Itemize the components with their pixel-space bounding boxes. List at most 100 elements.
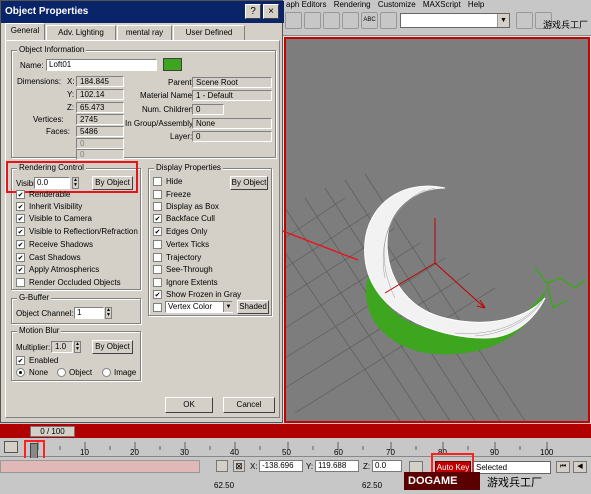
tick-label: 20 — [130, 448, 139, 457]
tab-adv-lighting[interactable]: Adv. Lighting — [46, 25, 116, 40]
group-title: Object Information — [17, 45, 87, 54]
chevron-down-icon[interactable]: ▼ — [223, 302, 233, 312]
magnet-icon[interactable] — [285, 12, 302, 29]
multiplier-spinner[interactable]: ▲ ▼ — [74, 341, 81, 353]
cancel-button[interactable]: Cancel — [223, 397, 275, 413]
render-occluded-label: Render Occluded Objects — [29, 278, 121, 287]
menu-customize[interactable]: Customize — [378, 0, 416, 9]
show-frozen-gray-checkbox[interactable] — [153, 290, 162, 299]
freeze-label: Freeze — [166, 190, 191, 199]
show-frozen-gray-label: Show Frozen in Gray — [166, 290, 242, 299]
angle-snap-icon[interactable] — [323, 12, 340, 29]
layer-label: Layer: — [170, 132, 193, 141]
dim-x-label: X: — [67, 77, 75, 86]
object-color-swatch[interactable] — [163, 58, 182, 71]
edit-named-selection-icon[interactable] — [380, 12, 397, 29]
renderable-label: Renderable — [29, 190, 71, 199]
grid-value: 62.50 — [214, 481, 235, 490]
menu-help[interactable]: Help — [468, 0, 484, 9]
enabled-label: Enabled — [29, 356, 59, 365]
dim-y-label: Y: — [67, 90, 75, 99]
watermark-text: 游戏兵工厂 — [487, 476, 542, 489]
go-to-start-icon[interactable]: ⏮ — [556, 461, 570, 473]
object-channel-spinner[interactable]: ▲ ▼ — [105, 307, 112, 319]
faces-label: Faces: — [46, 127, 71, 136]
tick-label: 30 — [180, 448, 189, 457]
maxscript-listener[interactable] — [0, 460, 200, 473]
vertices-value: 2745 — [76, 114, 124, 125]
none-label: None — [29, 368, 49, 377]
visible-to-reflection-checkbox[interactable] — [16, 227, 25, 236]
help-button[interactable]: ? — [245, 4, 261, 19]
object-channel-field[interactable]: 1 — [74, 307, 104, 319]
tick-label: 50 — [282, 448, 291, 457]
hide-checkbox[interactable] — [153, 177, 162, 186]
z-coord-field[interactable]: 0.0 — [372, 460, 402, 472]
freeze-checkbox[interactable] — [153, 190, 162, 199]
apply-atmospherics-checkbox[interactable] — [16, 265, 25, 274]
selection-lock-icon[interactable] — [216, 460, 228, 472]
object-label: Object — [69, 368, 93, 377]
layer-value: 0 — [192, 131, 272, 142]
menu-graph-editors[interactable]: aph Editors — [286, 0, 326, 9]
edges-only-checkbox[interactable] — [153, 227, 162, 236]
inherit-visibility-checkbox[interactable] — [16, 202, 25, 211]
snap-icon[interactable] — [304, 12, 321, 29]
display-as-box-label: Display as Box — [166, 202, 219, 211]
x-coord-field[interactable]: -138.696 — [259, 460, 303, 472]
dim-z-label: Z: — [67, 103, 75, 112]
watermark-text: 游戏兵工厂 — [542, 21, 588, 31]
trajectory-checkbox[interactable] — [153, 253, 162, 262]
motion-blur-enabled-checkbox[interactable] — [16, 356, 25, 365]
mirror-icon[interactable] — [516, 12, 533, 29]
tab-general[interactable]: General — [5, 23, 45, 41]
prev-frame-icon[interactable]: ◀ — [573, 461, 587, 473]
y-coord-field[interactable]: 119.688 — [315, 460, 359, 472]
named-selection-dropdown[interactable]: ▼ — [400, 13, 510, 28]
num-children-label: Num. Children: — [142, 105, 196, 114]
tab-mental-ray[interactable]: mental ray — [117, 25, 172, 40]
tab-user-defined[interactable]: User Defined — [173, 25, 245, 40]
tick-label: 100 — [540, 448, 554, 457]
cast-shadows-checkbox[interactable] — [16, 253, 25, 262]
motion-blur-image-radio[interactable] — [102, 368, 111, 377]
display-as-box-checkbox[interactable] — [153, 202, 162, 211]
visible-to-camera-checkbox[interactable] — [16, 214, 25, 223]
key-set-dropdown[interactable]: Selected — [473, 461, 551, 474]
dim-x-value: 184.845 — [76, 76, 124, 87]
faces-value: 5486 — [76, 126, 124, 137]
ignore-extents-checkbox[interactable] — [153, 278, 162, 287]
multiplier-field[interactable]: 1.0 — [51, 341, 73, 353]
ok-button[interactable]: OK — [165, 397, 213, 413]
see-through-checkbox[interactable] — [153, 265, 162, 274]
receive-shadows-checkbox[interactable] — [16, 240, 25, 249]
image-label: Image — [114, 368, 137, 377]
display-by-object-button[interactable]: By Object — [230, 176, 268, 190]
group-title: Display Properties — [154, 163, 223, 172]
vertex-ticks-checkbox[interactable] — [153, 240, 162, 249]
motion-blur-by-object-button[interactable]: By Object — [92, 340, 133, 354]
track-view-toggle-icon[interactable] — [4, 441, 18, 453]
multiplier-label: Multiplier: — [16, 343, 51, 352]
renderable-checkbox[interactable] — [16, 190, 25, 199]
spinner-snap-icon[interactable]: ABC — [361, 12, 378, 29]
time-slider-track[interactable] — [0, 424, 591, 438]
menu-rendering[interactable]: Rendering — [334, 0, 371, 9]
shaded-button[interactable]: Shaded — [237, 300, 269, 314]
name-field[interactable]: Loft01 — [46, 59, 157, 71]
main-menu-bar: aph Editors Rendering Customize MAXScrip… — [286, 0, 489, 9]
trajectory-label: Trajectory — [166, 253, 202, 262]
edges-only-label: Edges Only — [166, 227, 208, 236]
absolute-mode-icon[interactable]: ⊠ — [233, 460, 245, 472]
render-occluded-checkbox[interactable] — [16, 278, 25, 287]
watermark-logo: DOGAME — [404, 472, 480, 490]
vertex-color-checkbox[interactable] — [153, 303, 162, 312]
motion-blur-object-radio[interactable] — [57, 368, 66, 377]
backface-cull-checkbox[interactable] — [153, 214, 162, 223]
percent-snap-icon[interactable] — [342, 12, 359, 29]
time-slider-thumb[interactable]: 0 / 100 — [30, 426, 75, 437]
motion-blur-none-radio[interactable] — [16, 368, 25, 377]
vertices-label: Vertices: — [33, 115, 64, 124]
close-button[interactable]: × — [263, 4, 279, 19]
menu-maxscript[interactable]: MAXScript — [423, 0, 461, 9]
